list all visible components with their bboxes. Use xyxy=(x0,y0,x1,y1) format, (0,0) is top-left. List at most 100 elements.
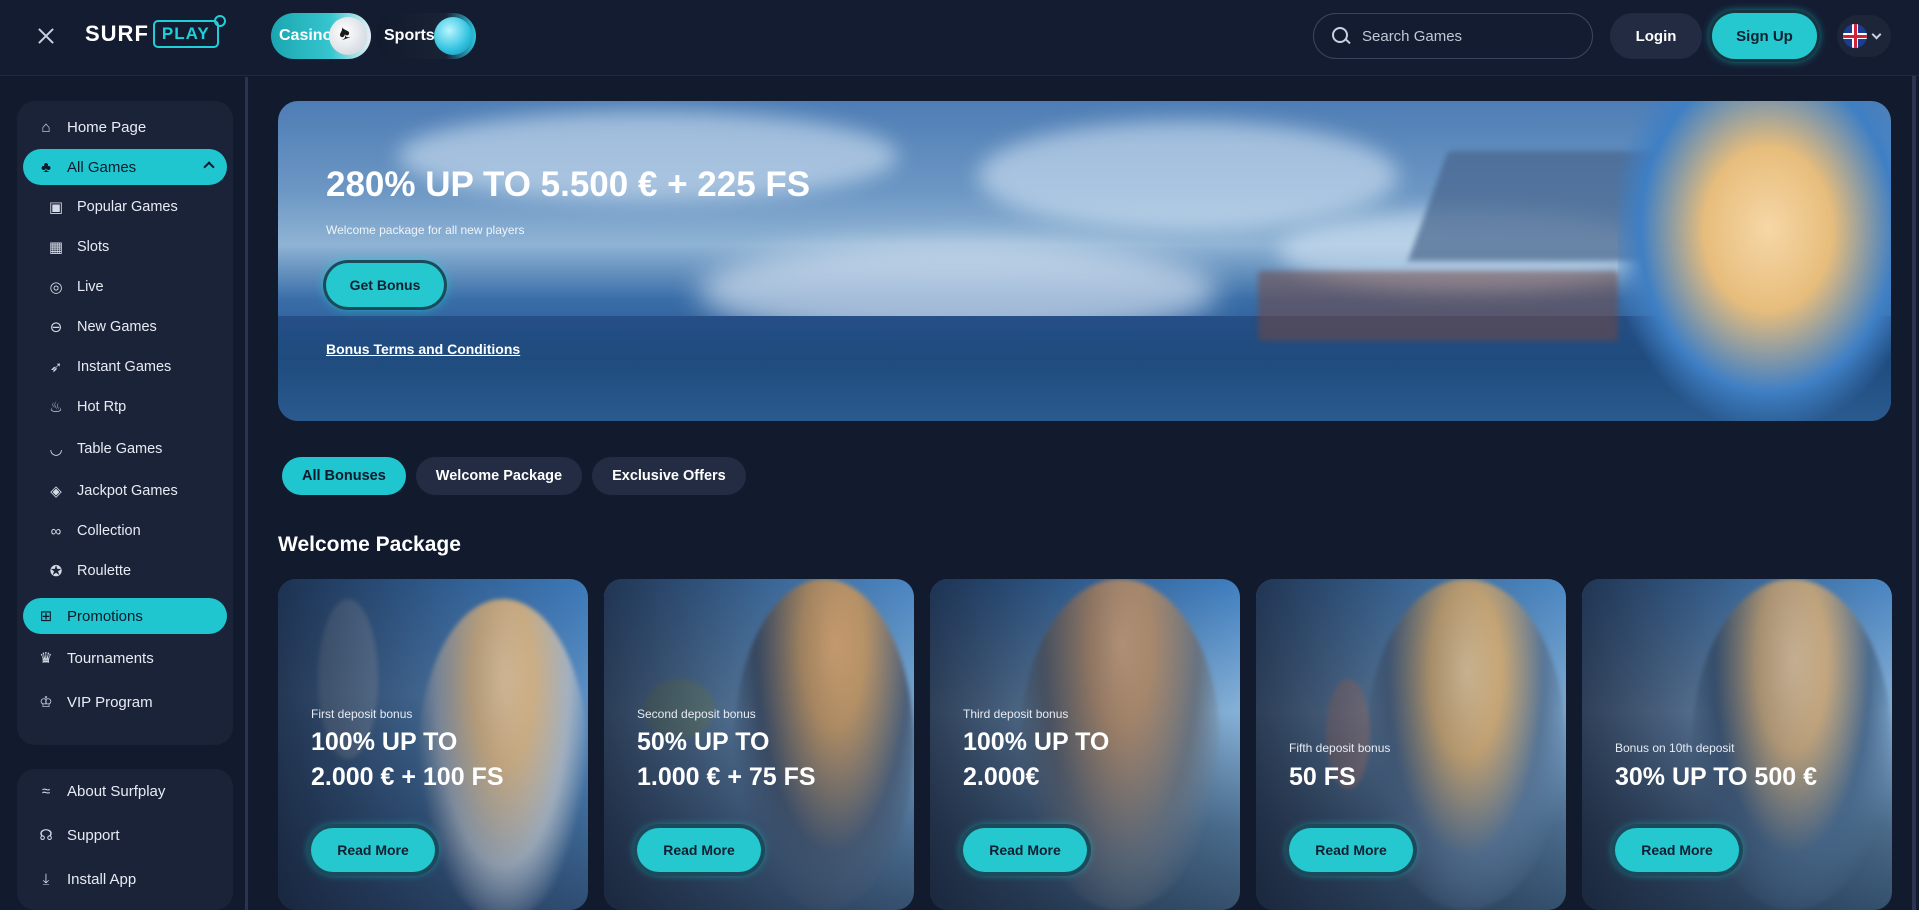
tab-welcome-package[interactable]: Welcome Package xyxy=(415,457,583,495)
sidebar-footer-panel: ≈ About Surfplay ☊ Support ⤓ Install App xyxy=(17,769,233,910)
sidebar-item-label: About Surfplay xyxy=(67,782,166,800)
sidebar-item-home[interactable]: ⌂ Home Page xyxy=(23,109,227,145)
sidebar-item-label: Install App xyxy=(67,870,137,888)
sidebar-item-install-app[interactable]: ⤓ Install App xyxy=(23,861,227,897)
sidebar-item-label: All Games xyxy=(67,158,137,176)
read-more-button[interactable]: Read More xyxy=(1289,828,1413,872)
login-button[interactable]: Login xyxy=(1610,13,1702,59)
rocket-icon: ➶ xyxy=(49,359,63,376)
card-label: Bonus on 10th deposit xyxy=(1615,741,1735,755)
top-header: SURF PLAY Casino Sports Login Sign Up xyxy=(0,0,1919,76)
sidebar-item-label: Hot Rtp xyxy=(77,399,127,415)
hero-banner: 280% UP TO 5.500 € + 225 FS Welcome pack… xyxy=(278,101,1891,421)
card-title-line1: 50% UP TO xyxy=(637,728,770,756)
games-icon: ♣ xyxy=(41,158,51,176)
card-title-line2: 2.000€ xyxy=(963,763,1040,791)
sidebar-item-support[interactable]: ☊ Support xyxy=(23,817,227,853)
read-more-button[interactable]: Read More xyxy=(311,828,435,872)
roulette-icon: ✪ xyxy=(49,563,63,580)
sports-ball-icon xyxy=(434,17,472,55)
uk-flag-icon xyxy=(1843,24,1867,48)
read-more-button[interactable]: Read More xyxy=(1615,828,1739,872)
sidebar-item-label: Roulette xyxy=(77,563,132,579)
card-title-line1: 100% UP TO xyxy=(963,728,1110,756)
sidebar-item-label: Support xyxy=(67,826,120,844)
search-bar[interactable] xyxy=(1313,13,1593,59)
section-title: Welcome Package xyxy=(278,533,461,556)
live-icon: ◎ xyxy=(49,279,63,296)
home-icon: ⌂ xyxy=(41,118,51,136)
new-icon: ⊖ xyxy=(49,319,63,336)
sidebar-item-label: New Games xyxy=(77,319,157,335)
sidebar-item-collection[interactable]: ∞ Collection xyxy=(23,513,227,549)
page-scrollbar[interactable] xyxy=(1912,76,1916,910)
bonus-card: Fifth deposit bonus 50 FS Read More xyxy=(1256,579,1566,910)
tab-casino[interactable]: Casino xyxy=(271,13,371,59)
sidebar-item-table-games[interactable]: ◡ Table Games xyxy=(23,431,227,467)
sidebar-item-live[interactable]: ◎ Live xyxy=(23,269,227,305)
wave-icon: ≈ xyxy=(41,782,51,800)
get-bonus-button[interactable]: Get Bonus xyxy=(326,263,444,307)
search-icon xyxy=(1332,27,1350,45)
card-title-line1: 50 FS xyxy=(1289,763,1356,791)
sidebar-item-label: Promotions xyxy=(67,607,143,625)
search-input[interactable] xyxy=(1362,27,1562,45)
crown-icon: ♔ xyxy=(39,694,53,711)
card-title-line1: 100% UP TO xyxy=(311,728,458,756)
sidebar-item-label: Table Games xyxy=(77,441,163,457)
card-title-line2: 1.000 € + 75 FS xyxy=(637,763,816,791)
sidebar-item-slots[interactable]: ▦ Slots xyxy=(23,229,227,265)
card-label: Fifth deposit bonus xyxy=(1289,741,1391,755)
sidebar-item-popular-games[interactable]: ▣ Popular Games xyxy=(23,189,227,225)
bonus-terms-link[interactable]: Bonus Terms and Conditions xyxy=(326,341,520,357)
card-title-line1: 30% UP TO 500 € xyxy=(1615,763,1817,791)
sidebar-main-panel: ⌂ Home Page ♣ All Games ▣ Popular Games … xyxy=(17,101,233,745)
sidebar-item-about[interactable]: ≈ About Surfplay xyxy=(23,773,227,809)
read-more-button[interactable]: Read More xyxy=(637,828,761,872)
hero-title: 280% UP TO 5.500 € + 225 FS xyxy=(326,165,811,204)
sidebar-item-instant-games[interactable]: ➶ Instant Games xyxy=(23,349,227,385)
bonus-card: Second deposit bonus 50% UP TO 1.000 € +… xyxy=(604,579,914,910)
card-label: Third deposit bonus xyxy=(963,707,1069,721)
tab-exclusive-offers[interactable]: Exclusive Offers xyxy=(592,457,746,495)
slots-icon: ▦ xyxy=(48,239,64,256)
card-label: Second deposit bonus xyxy=(637,707,756,721)
sidebar-item-label: VIP Program xyxy=(67,693,153,711)
sidebar-item-label: Slots xyxy=(77,239,110,255)
sidebar-item-jackpot-games[interactable]: ◈ Jackpot Games xyxy=(23,473,227,509)
popular-icon: ▣ xyxy=(48,199,64,216)
sidebar-item-promotions[interactable]: ⊞ Promotions xyxy=(23,598,227,634)
sidebar-item-all-games[interactable]: ♣ All Games xyxy=(23,149,227,185)
chevron-up-icon xyxy=(203,161,215,173)
link-icon: ∞ xyxy=(50,522,62,540)
close-icon[interactable] xyxy=(34,24,58,48)
bonus-card: Bonus on 10th deposit 30% UP TO 500 € Re… xyxy=(1582,579,1892,910)
headset-icon: ☊ xyxy=(39,827,53,844)
table-icon: ◡ xyxy=(49,441,63,458)
tab-sports[interactable]: Sports xyxy=(376,13,476,59)
sidebar-item-roulette[interactable]: ✪ Roulette xyxy=(23,553,227,589)
signup-button[interactable]: Sign Up xyxy=(1712,13,1817,59)
casino-chip-icon xyxy=(329,17,367,55)
sidebar-item-label: Home Page xyxy=(67,118,147,136)
sidebar-item-vip-program[interactable]: ♔ VIP Program xyxy=(23,684,227,720)
sidebar-item-tournaments[interactable]: ♛ Tournaments xyxy=(23,640,227,676)
bonus-card: First deposit bonus 100% UP TO 2.000 € +… xyxy=(278,579,588,910)
read-more-button[interactable]: Read More xyxy=(963,828,1087,872)
language-selector[interactable] xyxy=(1837,15,1891,57)
chevron-down-icon xyxy=(1871,29,1882,39)
bonus-filter-tabs: All Bonuses Welcome Package Exclusive Of… xyxy=(282,457,746,495)
hero-deck xyxy=(1258,271,1618,341)
site-logo[interactable]: SURF PLAY xyxy=(85,15,226,48)
bonus-card-list: First deposit bonus 100% UP TO 2.000 € +… xyxy=(278,579,1893,910)
tab-sports-label: Sports xyxy=(384,27,435,44)
sidebar-item-label: Collection xyxy=(77,523,141,539)
flame-icon: ♨ xyxy=(49,399,63,416)
gift-icon: ⊞ xyxy=(39,608,53,625)
sidebar-item-hot-rtp[interactable]: ♨ Hot Rtp xyxy=(23,389,227,425)
hero-character-image xyxy=(1618,101,1891,421)
card-label: First deposit bonus xyxy=(311,707,413,721)
hero-cloud xyxy=(978,121,1398,231)
sidebar-item-new-games[interactable]: ⊖ New Games xyxy=(23,309,227,345)
tab-all-bonuses[interactable]: All Bonuses xyxy=(282,457,406,495)
